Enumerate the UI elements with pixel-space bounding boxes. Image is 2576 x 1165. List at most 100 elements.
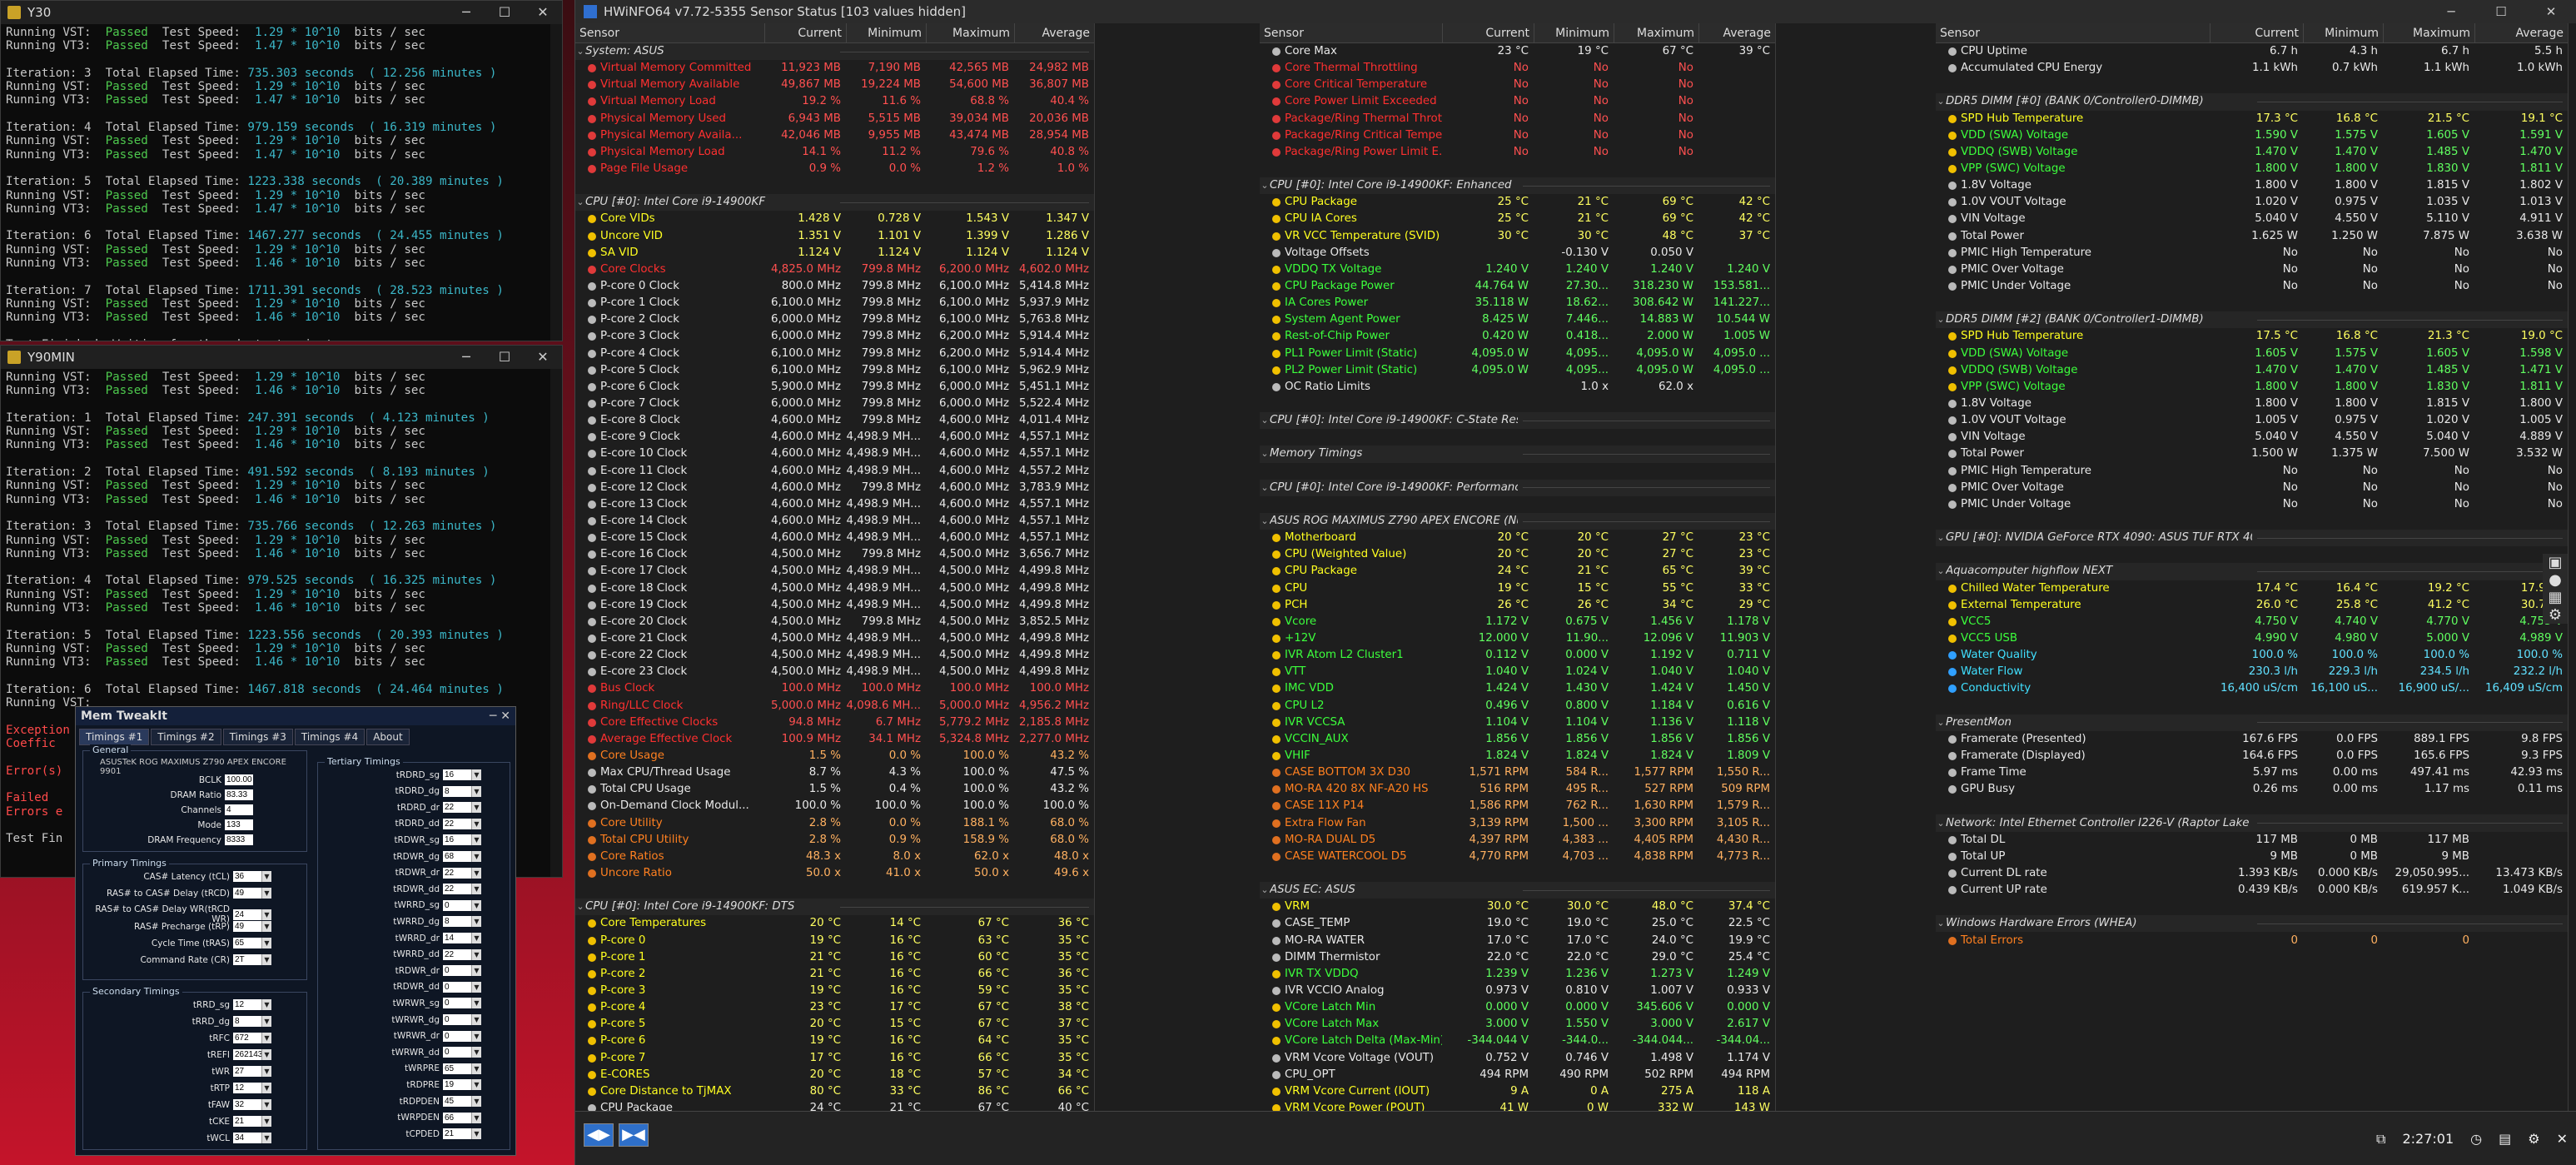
field-value[interactable]: 22: [443, 867, 471, 879]
sensor-row[interactable]: P-core 1 21 °C 16 °C 60 °C 35 °C: [575, 949, 1094, 966]
chevron-down-icon[interactable]: ▼: [471, 933, 481, 943]
camera-icon[interactable]: ▣: [2543, 554, 2568, 571]
column-header[interactable]: Maximum: [926, 23, 1014, 42]
sensor-group-row[interactable]: ⌄ CPU [#0]: Intel Core i9-14900KF: [575, 194, 1094, 212]
sensor-row[interactable]: P-core 5 Clock 6,100.0 MHz 799.8 MHz 6,100.…: [575, 362, 1094, 379]
sensor-group-row[interactable]: ⌄ CPU [#0]: Intel Core i9-14900KF: Enhanc…: [1260, 177, 1775, 195]
sensor-row[interactable]: VIN Voltage 5.040 V 4.550 V 5.110 V 4.911 V: [1936, 211, 2568, 227]
field-value[interactable]: 34: [233, 1133, 261, 1143]
sensor-row[interactable]: P-core 6 Clock 5,900.0 MHz 799.8 MHz 6,000.…: [575, 379, 1094, 396]
sensor-row[interactable]: E-core 8 Clock 4,600.0 MHz 799.8 MHz 4,600.…: [575, 412, 1094, 429]
close-icon[interactable]: ✕: [2557, 1131, 2568, 1147]
chevron-down-icon[interactable]: ▼: [471, 1030, 481, 1042]
sensor-row[interactable]: Core Power Limit Exceeded No No No: [1260, 93, 1775, 110]
chevron-down-icon[interactable]: ⌄: [1260, 446, 1270, 462]
record-icon[interactable]: ●: [2543, 571, 2568, 589]
maximize-button[interactable]: ☐: [2476, 0, 2526, 23]
sensor-row[interactable]: PMIC Under Voltage No No No No: [1936, 496, 2568, 513]
field-value[interactable]: 49: [233, 888, 261, 899]
sensor-row[interactable]: PMIC Over Voltage No No No No: [1936, 261, 2568, 278]
field-value[interactable]: 0: [443, 998, 471, 1009]
sensor-row[interactable]: VCore Latch Max 3.000 V 1.550 V 3.000 V 2.61…: [1260, 1016, 1775, 1033]
sensor-row[interactable]: Virtual Memory Load 19.2 % 11.6 % 68.8 % 40.…: [575, 93, 1094, 110]
hwinfo-titlebar[interactable]: HWiNFO64 v7.72-5355 Sensor Status [103 v…: [575, 0, 2576, 23]
field-value[interactable]: 8: [443, 916, 471, 928]
chevron-down-icon[interactable]: ▼: [471, 916, 481, 928]
sensor-row[interactable]: 1.8V Voltage 1.800 V 1.800 V 1.815 V 1.802 V: [1936, 177, 2568, 194]
sensor-group-row[interactable]: ⌄ PresentMon: [1936, 714, 2568, 731]
sensor-row[interactable]: CASE BOTTOM 3X D30 1,571 RPM 584 R... 1,577…: [1260, 764, 1775, 781]
chevron-down-icon[interactable]: ▼: [471, 802, 481, 814]
column-header[interactable]: Average: [2474, 23, 2568, 42]
tab-timings-1[interactable]: Timings #1: [79, 729, 150, 745]
sensor-row[interactable]: CPU Package 25 °C 21 °C 69 °C 42 °C: [1260, 194, 1775, 211]
sensor-row[interactable]: P-core 5 20 °C 15 °C 67 °C 37 °C: [575, 1016, 1094, 1033]
chevron-down-icon[interactable]: ⌄: [1936, 563, 1946, 580]
sensor-panel-2[interactable]: Sensor Current Minimum Maximum Average Core M…: [1260, 23, 1776, 1111]
column-header[interactable]: Maximum: [1614, 23, 1698, 42]
tab-about[interactable]: About: [366, 729, 410, 745]
sensor-row[interactable]: PMIC High Temperature No No No No: [1936, 463, 2568, 480]
sensor-panel-3[interactable]: Sensor Current Minimum Maximum Average CPU Up…: [1936, 23, 2569, 1111]
chevron-down-icon[interactable]: ⌄: [1260, 882, 1270, 899]
hwinfo-window[interactable]: HWiNFO64 v7.72-5355 Sensor Status [103 v…: [574, 0, 2576, 1165]
sensor-row[interactable]: PL2 Power Limit (Static) 4,095.0 W 4,095..…: [1260, 362, 1775, 379]
sensor-row[interactable]: VCCIN_AUX 1.856 V 1.856 V 1.856 V 1.856 V: [1260, 731, 1775, 748]
sensor-row[interactable]: Current DL rate 1.393 KB/s 0.000 KB/s 29,05…: [1936, 865, 2568, 882]
field-value[interactable]: 36: [233, 871, 261, 882]
sensor-row[interactable]: Total Errors 0 0 0: [1936, 932, 2568, 948]
chevron-down-icon[interactable]: ▼: [261, 954, 271, 965]
chevron-down-icon[interactable]: ▼: [471, 899, 481, 911]
sensor-row[interactable]: E-core 17 Clock 4,500.0 MHz 4,498.9 MH... 4…: [575, 563, 1094, 580]
sensor-row[interactable]: E-core 21 Clock 4,500.0 MHz 4,498.9 MH... 4…: [575, 630, 1094, 647]
sensor-row[interactable]: Max CPU/Thread Usage 8.7 % 4.3 % 100.0 % 47.…: [575, 764, 1094, 781]
sensor-row[interactable]: Total UP 9 MB 0 MB 9 MB: [1936, 849, 2568, 865]
sensor-row[interactable]: Voltage Offsets -0.130 V 0.050 V: [1260, 245, 1775, 261]
sensor-row[interactable]: Physical Memory Load 14.1 % 11.2 % 79.6 % 40…: [575, 144, 1094, 161]
minimize-button[interactable]: ─: [447, 1, 485, 24]
close-button[interactable]: ✕: [524, 346, 562, 369]
chevron-down-icon[interactable]: ▼: [261, 938, 271, 948]
field-value[interactable]: 22: [443, 818, 471, 829]
sensor-row[interactable]: Total Power 1.500 W 1.375 W 7.500 W 3.532 W: [1936, 446, 2568, 462]
sensor-row[interactable]: PMIC Over Voltage No No No No: [1936, 480, 2568, 496]
sensor-row[interactable]: Vcore 1.172 V 0.675 V 1.456 V 1.178 V: [1260, 614, 1775, 630]
chevron-down-icon[interactable]: ⌄: [1936, 714, 1946, 731]
chevron-down-icon[interactable]: ⌄: [575, 43, 585, 60]
column-header[interactable]: Current: [2210, 23, 2303, 42]
sensor-group-row[interactable]: ⌄ DDR5 DIMM [#0] (BANK 0/Controller0-DIMM…: [1936, 93, 2568, 111]
chevron-down-icon[interactable]: ▼: [471, 1047, 481, 1058]
field-value[interactable]: 0: [443, 1030, 471, 1042]
sensor-row[interactable]: Extra Flow Fan 3,139 RPM 1,500 ... 3,300 RP…: [1260, 814, 1775, 831]
column-header[interactable]: Minimum: [846, 23, 926, 42]
chevron-down-icon[interactable]: ▼: [471, 1014, 481, 1025]
field-value[interactable]: 24: [233, 909, 261, 920]
sensor-row[interactable]: Core Temperatures 20 °C 14 °C 67 °C 36 °C: [575, 915, 1094, 932]
field-value[interactable]: 262143: [233, 1049, 262, 1060]
sensor-row[interactable]: E-core 9 Clock 4,600.0 MHz 4,498.9 MH... 4,…: [575, 429, 1094, 446]
sensor-row[interactable]: Ring/LLC Clock 5,000.0 MHz 4,098.6 MH... 5,…: [575, 697, 1094, 714]
sensor-group-row[interactable]: ⌄ System: ASUS: [575, 43, 1094, 61]
sensor-row[interactable]: Uncore VID 1.351 V 1.101 V 1.399 V 1.286 V: [575, 228, 1094, 245]
chevron-down-icon[interactable]: ⌄: [1936, 311, 1946, 328]
chevron-down-icon[interactable]: ▼: [471, 884, 481, 895]
sensor-panel-1[interactable]: Sensor Current Minimum Maximum Average ⌄ Syste…: [575, 23, 1095, 1111]
sensor-row[interactable]: On-Demand Clock Modul... 100.0 % 100.0 % 10…: [575, 798, 1094, 814]
sensor-row[interactable]: E-core 10 Clock 4,600.0 MHz 4,498.9 MH... 4…: [575, 446, 1094, 462]
sensor-row[interactable]: E-core 18 Clock 4,500.0 MHz 4,498.9 MH... 4…: [575, 580, 1094, 597]
sensor-row[interactable]: GPU Busy 0.26 ms 0.00 ms 1.17 ms 0.11 ms: [1936, 781, 2568, 798]
sensor-row[interactable]: P-core 2 21 °C 16 °C 66 °C 36 °C: [575, 966, 1094, 983]
minimize-button[interactable]: ─: [447, 346, 485, 369]
sensor-group-row[interactable]: ⌄ DDR5 DIMM [#2] (BANK 0/Controller1-DIMM…: [1936, 311, 2568, 329]
sensor-row[interactable]: CASE WATERCOOL D5 4,770 RPM 4,703 ... 4,838…: [1260, 849, 1775, 865]
sensor-row[interactable]: VCC5 4.750 V 4.740 V 4.770 V 4.755 V: [1936, 614, 2568, 630]
chevron-down-icon[interactable]: ▼: [471, 1112, 481, 1123]
chevron-down-icon[interactable]: ▼: [471, 998, 481, 1009]
sensor-row[interactable]: E-CORES 20 °C 18 °C 57 °C 34 °C: [575, 1067, 1094, 1083]
sensor-row[interactable]: Total CPU Utility 2.8 % 0.9 % 158.9 % 68.0 %: [575, 832, 1094, 849]
chevron-down-icon[interactable]: ▼: [261, 888, 271, 899]
sensor-row[interactable]: Virtual Memory Committed 11,923 MB 7,190 M…: [575, 60, 1094, 77]
sensor-row[interactable]: VRM Vcore Power (POUT) 41 W0 W 332 W 143 W: [1260, 1100, 1775, 1111]
sensor-row[interactable]: Core Ratios 48.3 x 8.0 x 62.0 x 48.0 x: [575, 849, 1094, 865]
field-value[interactable]: 65: [443, 1063, 471, 1074]
